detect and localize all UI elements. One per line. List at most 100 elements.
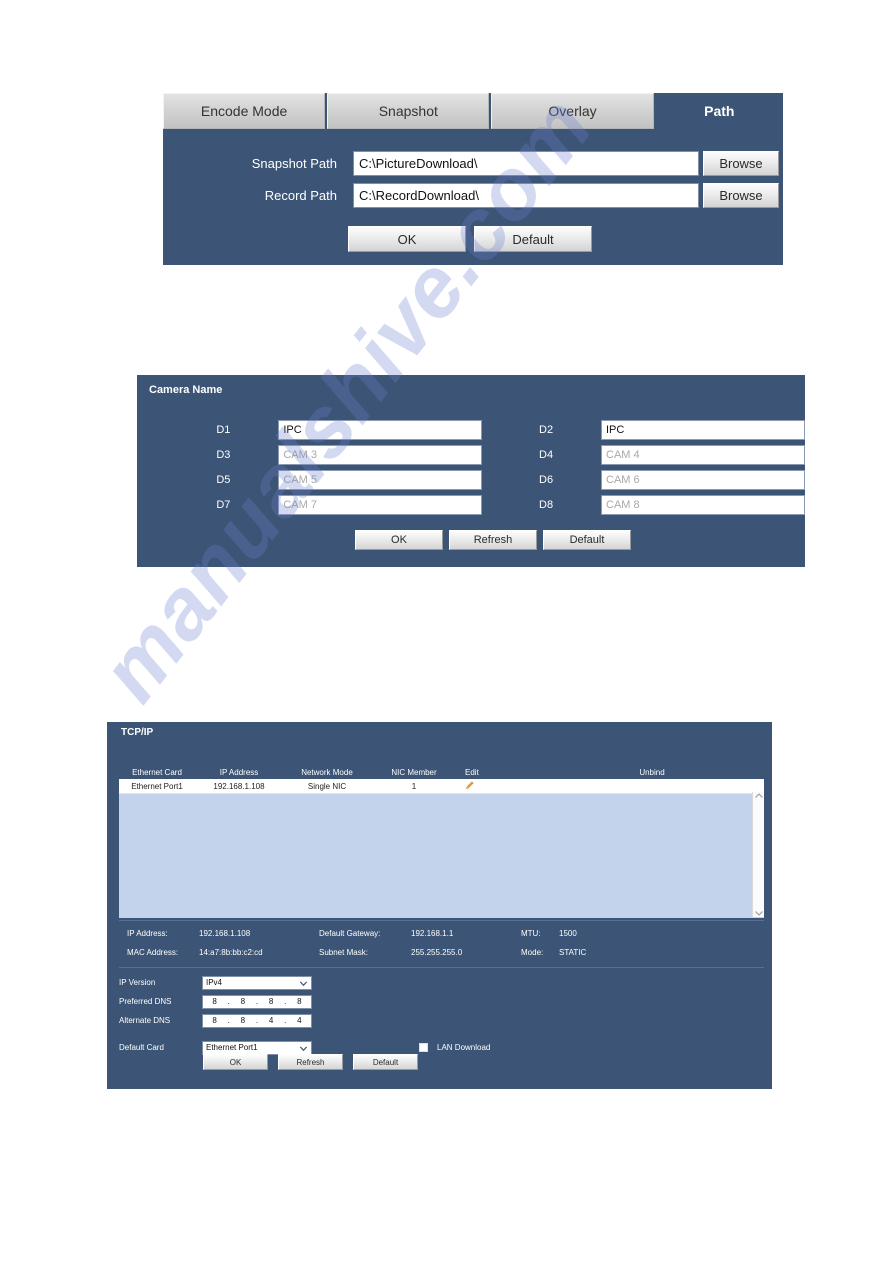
tab-encode-mode-label: Encode Mode [200,103,288,119]
nic-info-row-top: IP Address: 192.168.1.108 Default Gatewa… [127,929,577,938]
info-mac-address-value: 14:a7:8b:bb:c2:cd [199,948,263,957]
tcpip-button-row: OK Refresh Default [203,1054,418,1070]
channel-label-d3: D3 [216,448,231,461]
ip-version-row: IP Version IPv4 [119,974,490,991]
snapshot-path-input[interactable]: C:\PictureDownload\ [353,151,699,176]
info-gateway-value: 192.168.1.1 [411,929,454,938]
info-ip-address-value: 192.168.1.108 [199,929,251,938]
pencil-icon[interactable] [465,781,474,792]
nic-info-strip: IP Address: 192.168.1.108 Default Gatewa… [119,920,764,968]
tcpip-default-button[interactable]: Default [353,1054,418,1070]
tcpip-panel: TCP/IP Ethernet Card IP Address Network … [107,722,772,1089]
nic-table-empty-area [119,793,764,918]
channel-label-d7: D7 [216,498,231,511]
alternate-dns-octet-3[interactable]: 4 [260,1016,283,1025]
info-ip-address-label: IP Address: [127,929,168,938]
preferred-dns-octet-3[interactable]: 8 [260,997,283,1006]
channel-input-d1[interactable]: IPC [278,419,483,440]
tab-encode-mode[interactable]: Encode Mode [163,93,326,129]
snapshot-browse-button[interactable]: Browse [703,151,779,176]
camera-row: D3 CAM 3 D4 CAM 4 [137,442,805,467]
th-unbind: Unbind [639,768,665,777]
alternate-dns-octet-4[interactable]: 4 [288,1016,311,1025]
tcpip-title: TCP/IP [121,727,154,738]
preferred-dns-octet-2[interactable]: 8 [231,997,254,1006]
channel-label-d2: D2 [539,423,554,436]
info-mtu-value: 1500 [559,929,577,938]
th-edit: Edit [465,768,479,777]
table-row[interactable]: Ethernet Port1 192.168.1.108 Single NIC … [119,780,764,793]
cell-ip-address: 192.168.1.108 [213,782,265,791]
camera-refresh-button[interactable]: Refresh [449,530,537,550]
channel-input-d3[interactable]: CAM 3 [278,444,483,465]
nic-info-row-bottom: MAC Address: 14:a7:8b:bb:c2:cd Subnet Ma… [127,948,586,957]
nic-table-header: Ethernet Card IP Address Network Mode NI… [119,766,764,780]
path-button-row: OK Default [348,226,592,252]
path-ok-button[interactable]: OK [348,226,466,252]
record-browse-button[interactable]: Browse [703,183,779,208]
camera-name-panel: Camera Name D1 IPC D2 IPC D3 CAM 3 D4 CA… [137,375,805,567]
preferred-dns-octet-4[interactable]: 8 [288,997,311,1006]
tcpip-ok-button[interactable]: OK [203,1054,268,1070]
record-path-label: Record Path [264,188,337,203]
default-card-value: Ethernet Port1 [206,1043,258,1052]
channel-input-d6[interactable]: CAM 6 [601,469,805,490]
th-network-mode: Network Mode [301,768,353,777]
camera-name-title: Camera Name [149,384,223,396]
tcpip-refresh-button[interactable]: Refresh [278,1054,343,1070]
info-mode-label: Mode: [521,948,544,957]
default-card-select[interactable]: Ethernet Port1 [202,1040,312,1055]
path-settings-panel: Encode Mode Snapshot Overlay Path Snapsh… [163,93,783,265]
scroll-up-icon[interactable] [754,792,764,800]
th-ethernet-card: Ethernet Card [132,768,182,777]
path-default-button[interactable]: Default [474,226,592,252]
chevron-down-icon [299,979,308,990]
tcpip-form: IP Version IPv4 Preferred DNS 8 . 8 . 8 … [119,974,491,1070]
path-tab-bar: Encode Mode Snapshot Overlay Path [163,93,783,131]
default-card-label: Default Card [119,1043,164,1052]
alternate-dns-octet-2[interactable]: 8 [231,1016,254,1025]
nic-table: Ethernet Card IP Address Network Mode NI… [119,766,764,918]
info-mode-value: STATIC [559,948,587,957]
cell-ethernet-card: Ethernet Port1 [131,782,183,791]
tab-path[interactable]: Path [656,93,783,129]
tab-path-label: Path [704,103,735,119]
channel-label-d4: D4 [539,448,554,461]
channel-input-d2[interactable]: IPC [601,419,805,440]
channel-input-d4[interactable]: CAM 4 [601,444,805,465]
lan-download-checkbox[interactable] [419,1043,428,1052]
lan-download-label: LAN Download [437,1043,491,1052]
preferred-dns-input[interactable]: 8 . 8 . 8 . 8 [202,994,312,1009]
channel-input-d5[interactable]: CAM 5 [278,469,483,490]
record-path-input[interactable]: C:\RecordDownload\ [353,183,699,208]
tab-overlay[interactable]: Overlay [491,93,654,129]
channel-input-d7[interactable]: CAM 7 [278,494,483,515]
cell-unbind [557,780,747,793]
camera-default-button[interactable]: Default [543,530,631,550]
tab-snapshot[interactable]: Snapshot [327,93,490,129]
alternate-dns-input[interactable]: 8 . 8 . 4 . 4 [202,1013,312,1028]
channel-label-d8: D8 [539,498,554,511]
channel-label-d5: D5 [216,473,231,486]
info-subnet-label: Subnet Mask: [319,948,368,957]
chevron-down-icon [299,1044,308,1055]
channel-label-d6: D6 [539,473,554,486]
camera-ok-button[interactable]: OK [355,530,443,550]
info-subnet-value: 255.255.255.0 [411,948,463,957]
alternate-dns-octet-1[interactable]: 8 [203,1016,226,1025]
preferred-dns-octet-1[interactable]: 8 [203,997,226,1006]
camera-row: D1 IPC D2 IPC [137,417,805,442]
cell-edit[interactable] [457,780,557,793]
scroll-down-icon[interactable] [754,909,764,917]
alternate-dns-label: Alternate DNS [119,1016,171,1025]
ip-version-select[interactable]: IPv4 [202,975,312,990]
channel-input-d8[interactable]: CAM 8 [601,494,805,515]
ip-version-label: IP Version [119,978,156,987]
info-mac-address-label: MAC Address: [127,948,179,957]
snapshot-path-label: Snapshot Path [251,156,337,171]
th-nic-member: NIC Member [391,768,437,777]
table-scrollbar[interactable] [752,792,764,917]
th-ip-address: IP Address [219,768,259,777]
info-gateway-label: Default Gateway: [319,929,381,938]
info-mtu-label: MTU: [521,929,541,938]
